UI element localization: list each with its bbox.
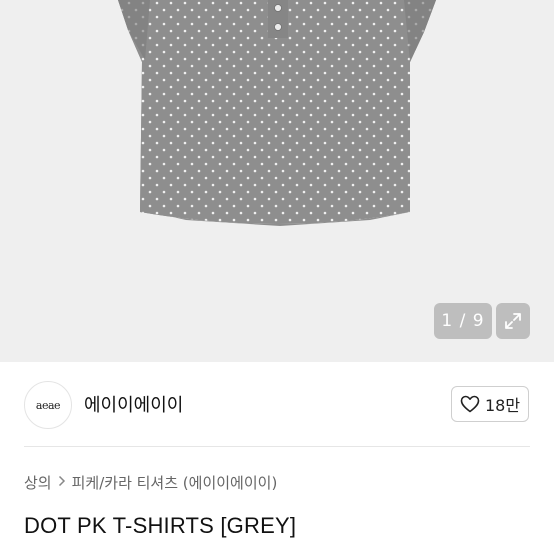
shop-name[interactable]: 에이이에이이 [84,391,183,417]
image-counter: 1 / 9 [434,303,492,339]
chevron-right-icon [58,475,66,491]
breadcrumb: 상의 피케/카라 티셔츠 (에이이에이이) [24,472,277,493]
breadcrumb-category[interactable]: 상의 [24,472,52,493]
heart-icon [460,395,480,413]
product-title: DOT PK T-SHIRTS [GREY] [24,513,297,538]
like-button[interactable]: 18만 [451,386,529,422]
shop-row[interactable]: aeae 에이이에이이 18만 [0,362,554,446]
expand-button[interactable] [496,303,530,339]
product-image-gallery[interactable]: 1 / 9 [0,0,554,362]
expand-arrows-icon [505,313,521,329]
breadcrumb-subcategory[interactable]: 피케/카라 티셔츠 (에이이에이이) [72,472,278,493]
divider [24,446,530,447]
like-count: 18만 [484,396,521,415]
shop-logo[interactable]: aeae [24,381,72,429]
shop-logo-text: aeae [35,398,61,412]
